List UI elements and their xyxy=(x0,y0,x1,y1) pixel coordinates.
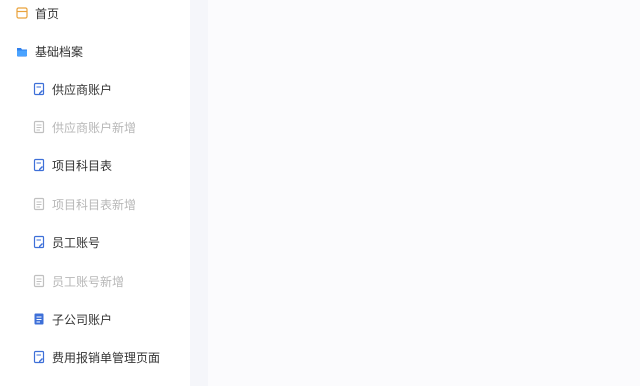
sidebar-item-subsidiary-account[interactable]: 子公司账户 xyxy=(0,304,190,334)
app-window: 首页 基础档案 供应商账户 供应商账户新增 项目科目表 项目科目表新增 员工账号… xyxy=(0,0,640,386)
sidebar-item-employee-account-add: 员工账号新增 xyxy=(0,266,190,296)
document-icon xyxy=(33,274,45,288)
sidebar-item-employee-account[interactable]: 员工账号 xyxy=(0,227,190,257)
document-list-icon xyxy=(33,312,45,326)
sidebar-item-supplier-account-add: 供应商账户新增 xyxy=(0,112,190,142)
sidebar-item-label: 费用报销单管理页面 xyxy=(52,350,161,365)
document-edit-icon xyxy=(33,82,45,96)
sidebar-item-supplier-account[interactable]: 供应商账户 xyxy=(0,74,190,104)
sidebar-item-label: 供应商账户新增 xyxy=(52,120,137,135)
sidebar-item-project-subject-table[interactable]: 项目科目表 xyxy=(0,150,190,180)
main-content xyxy=(208,0,640,386)
sidebar-item-label: 子公司账户 xyxy=(52,312,113,327)
document-edit-icon xyxy=(33,158,45,172)
sidebar-item-project-subject-table-add: 项目科目表新增 xyxy=(0,189,190,219)
sidebar-item-label: 首页 xyxy=(35,6,60,21)
document-edit-icon xyxy=(33,235,45,249)
folder-icon xyxy=(16,44,28,58)
document-edit-icon xyxy=(33,350,45,364)
sidebar: 首页 基础档案 供应商账户 供应商账户新增 项目科目表 项目科目表新增 员工账号… xyxy=(0,0,190,386)
sidebar-item-label: 员工账号 xyxy=(52,235,101,250)
sidebar-item-label: 供应商账户 xyxy=(52,82,113,97)
sidebar-divider xyxy=(190,0,208,386)
sidebar-item-label: 项目科目表新增 xyxy=(52,197,137,212)
sidebar-item-label: 员工账号新增 xyxy=(52,274,125,289)
sidebar-item-label: 项目科目表 xyxy=(52,158,113,173)
document-icon xyxy=(33,197,45,211)
sidebar-item-basic-records[interactable]: 基础档案 xyxy=(0,36,190,66)
sidebar-item-label: 基础档案 xyxy=(35,44,84,59)
sidebar-item-home[interactable]: 首页 xyxy=(0,0,190,28)
document-icon xyxy=(33,120,45,134)
home-icon xyxy=(16,6,28,20)
sidebar-item-expense-reimbursement[interactable]: 费用报销单管理页面 xyxy=(0,342,190,372)
